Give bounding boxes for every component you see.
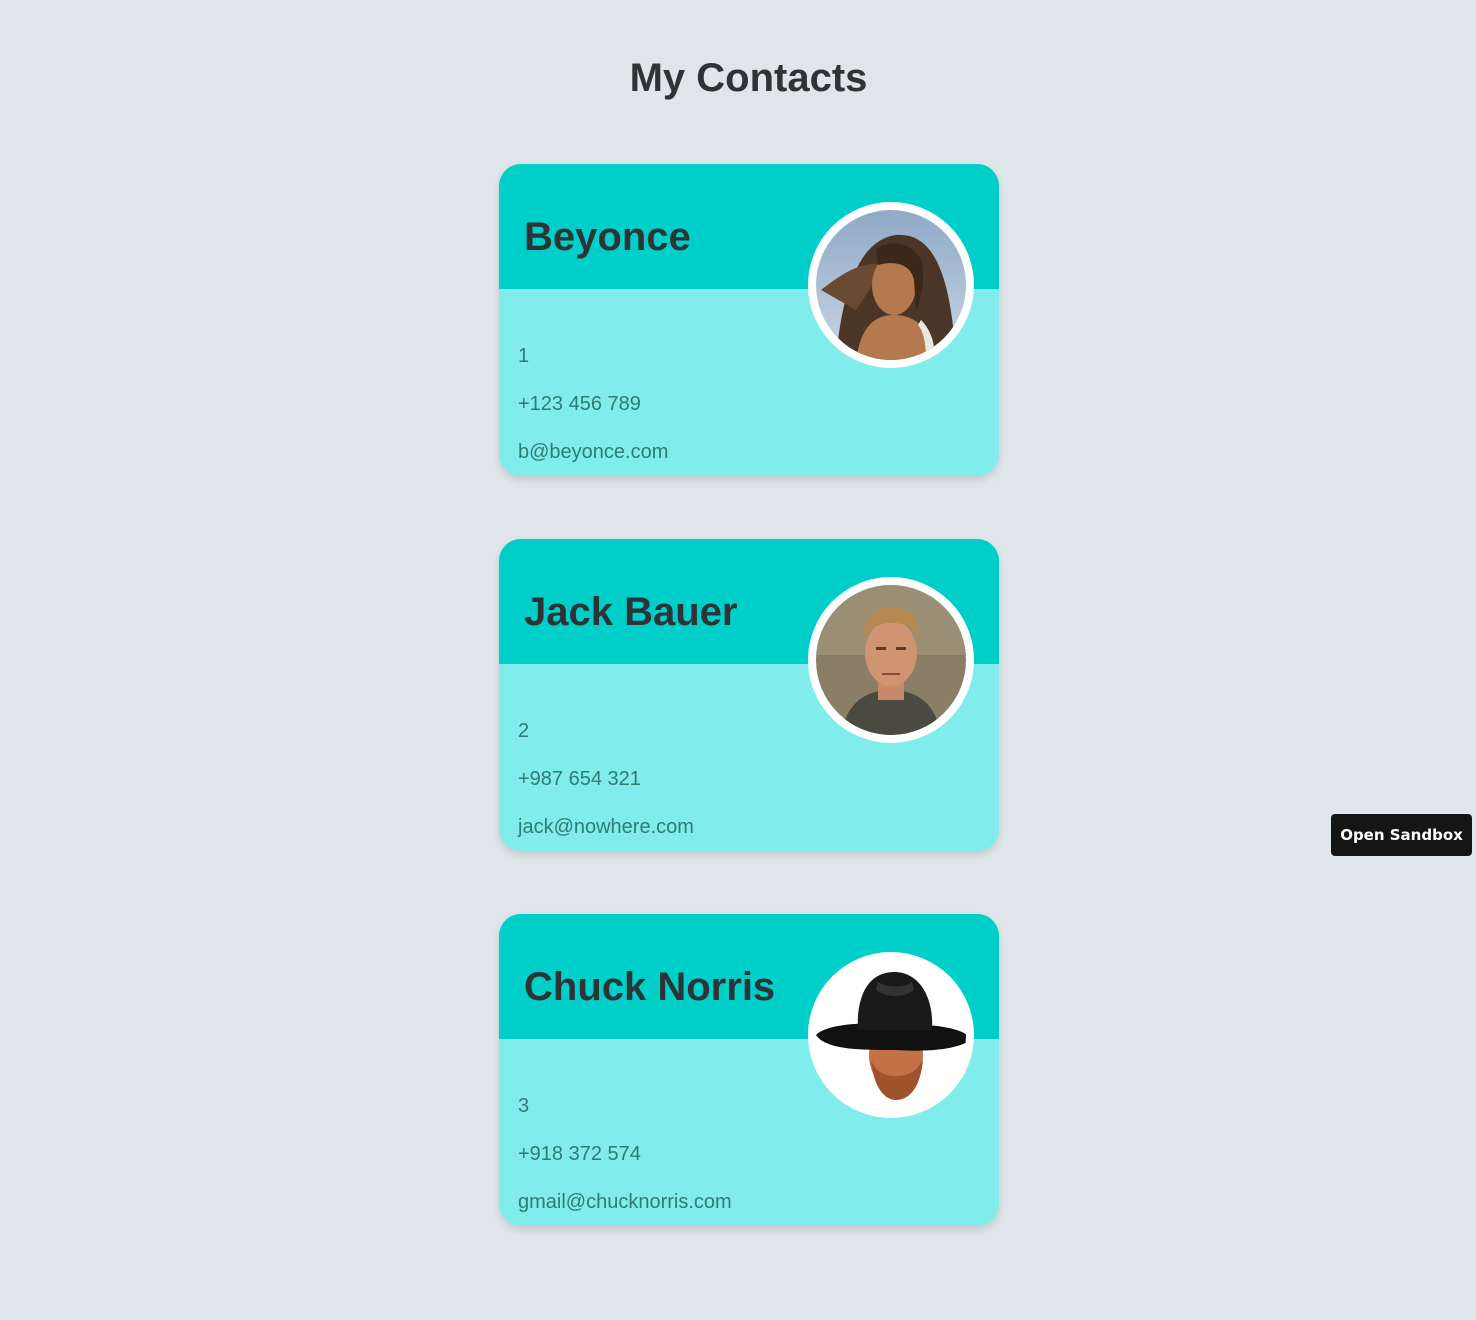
- contact-email: gmail@chucknorris.com: [518, 1191, 732, 1213]
- beyonce-photo: [816, 210, 966, 360]
- contact-name: Jack Bauer: [524, 590, 738, 634]
- contact-id: 1: [518, 345, 530, 367]
- contact-email: jack@nowhere.com: [518, 816, 694, 838]
- contact-card: Beyonce 1 +123 456 789 b@beyonce.com: [499, 164, 999, 476]
- avatar: [808, 577, 974, 743]
- contact-phone: +987 654 321: [518, 768, 641, 790]
- contact-id: 2: [518, 720, 530, 742]
- contact-id: 3: [518, 1095, 530, 1117]
- contact-card: Chuck Norris 3 +918 372 574 gmail@chuckn…: [499, 914, 999, 1226]
- open-sandbox-button[interactable]: Open Sandbox: [1331, 814, 1472, 856]
- page-title: My Contacts: [629, 56, 868, 100]
- contact-name: Beyonce: [524, 215, 691, 259]
- contact-email: b@beyonce.com: [518, 441, 669, 463]
- contact-name: Chuck Norris: [524, 965, 776, 1009]
- contact-phone: +918 372 574: [518, 1143, 641, 1165]
- contact-card: Jack Bauer 2 +987 654 321 jack@nowhere.c…: [499, 539, 999, 851]
- contact-phone: +123 456 789: [518, 393, 641, 415]
- jack-bauer-photo: [816, 585, 966, 735]
- avatar: [808, 952, 974, 1118]
- avatar: [808, 202, 974, 368]
- chuck-norris-photo: [816, 960, 966, 1110]
